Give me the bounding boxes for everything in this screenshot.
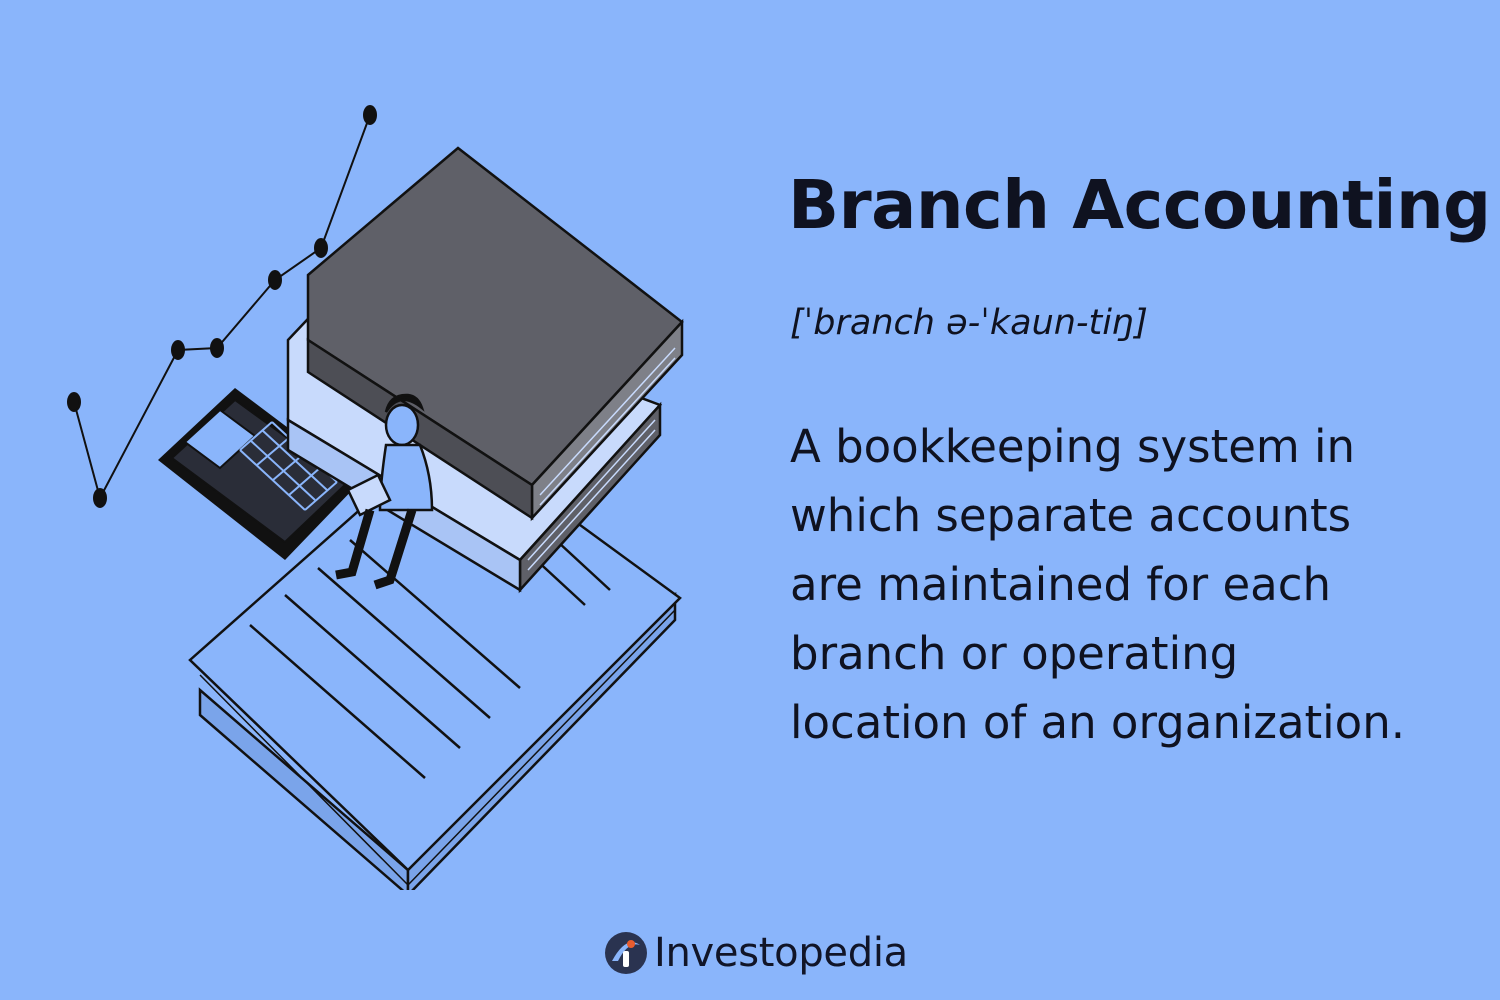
definition-line: are maintained for each (790, 558, 1332, 611)
definition: A bookkeeping system in which separate a… (790, 412, 1480, 757)
term-title: Branch Accounting (788, 166, 1491, 244)
definition-line: branch or operating (790, 627, 1239, 680)
brand-logo: Investopedia (604, 930, 908, 976)
definition-line: location of an organization. (790, 696, 1406, 749)
definition-line: which separate accounts (790, 489, 1352, 542)
brand-name: Investopedia (654, 930, 908, 976)
accounting-illustration (67, 105, 684, 890)
pronunciation: [ˈbranch ə-ˈkaun-tiŋ] (790, 303, 1148, 343)
investopedia-logo-icon (605, 932, 647, 974)
definition-line: A bookkeeping system in (790, 420, 1356, 473)
